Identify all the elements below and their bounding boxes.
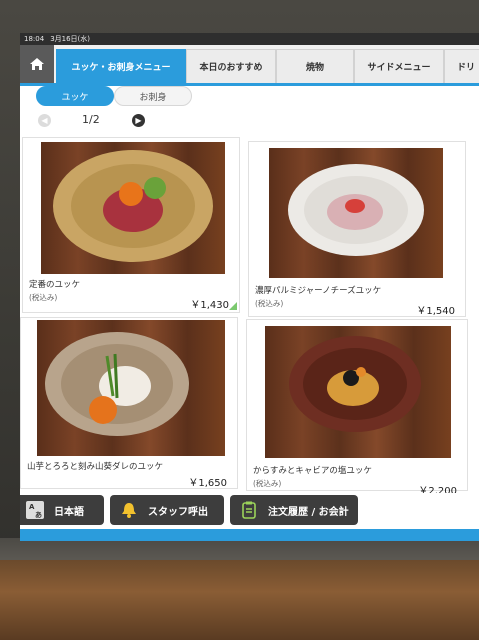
tab-todays-recommend[interactable]: 本日のおすすめ	[186, 49, 276, 83]
tab-yukke-sashimi[interactable]: ユッケ・お刺身メニュー	[56, 49, 186, 83]
status-time: 18:04	[24, 35, 45, 43]
language-button[interactable]: A あ 日本語	[20, 495, 104, 525]
menu-item-card[interactable]: 山芋とろろと刻み山葵ダレのユッケ ￥1,650	[20, 317, 238, 489]
added-marker	[229, 302, 237, 310]
translate-icon: A あ	[24, 499, 46, 521]
page-indicator: 1/2	[82, 113, 100, 126]
svg-text:A: A	[29, 503, 35, 511]
item-name: 山芋とろろと刻み山葵ダレのユッケ	[27, 462, 164, 472]
item-tax-note: (税込み)	[29, 293, 58, 302]
bottom-accent-strip	[20, 529, 479, 541]
order-history-button[interactable]: 注文履歴 / お会計	[230, 495, 358, 525]
svg-text:あ: あ	[35, 510, 42, 519]
item-price: ￥1,540	[416, 306, 455, 317]
table-surface	[0, 560, 479, 640]
staff-call-button[interactable]: スタッフ呼出	[110, 495, 224, 525]
item-price: ￥1,650	[188, 478, 227, 489]
home-button[interactable]	[20, 45, 54, 83]
tab-drinks[interactable]: ドリ	[444, 49, 479, 83]
dish-photo	[269, 148, 443, 278]
bell-icon	[118, 499, 140, 521]
receipt-icon	[238, 499, 260, 521]
menu-item-card[interactable]: からすみとキャビアの塩ユッケ (税込み) ￥2,200	[246, 319, 468, 497]
menu-item-card[interactable]: 濃厚パルミジャーノチーズユッケ (税込み) ￥1,540	[248, 141, 466, 317]
subtab-yukke[interactable]: ユッケ	[36, 86, 114, 106]
menu-item-card[interactable]: 定番のユッケ (税込み) ￥1,430	[22, 137, 240, 313]
tab-side-menu[interactable]: サイドメニュー	[354, 49, 444, 83]
next-page-button[interactable]: ▶	[132, 114, 145, 127]
subtab-sashimi[interactable]: お刺身	[114, 86, 192, 106]
item-name: からすみとキャビアの塩ユッケ	[253, 466, 372, 476]
screen: 18:04 3月16日(水) ユッケ・お刺身メニュー 本日のおすすめ 焼物 サイド…	[20, 33, 479, 541]
sub-tabs: ユッケ お刺身	[36, 86, 236, 108]
item-name: 濃厚パルミジャーノチーズユッケ	[255, 286, 382, 296]
item-tax-note: (税込み)	[253, 479, 282, 488]
right-arrow-icon: ▶	[135, 116, 142, 125]
dish-photo	[265, 326, 451, 458]
item-price: ￥1,430	[190, 300, 229, 311]
tab-grilled[interactable]: 焼物	[276, 49, 354, 83]
category-tab-bar: ユッケ・お刺身メニュー 本日のおすすめ 焼物 サイドメニュー ドリ	[20, 45, 479, 86]
status-bar: 18:04 3月16日(水)	[20, 33, 479, 45]
status-date: 3月16日(水)	[50, 35, 91, 43]
home-icon	[30, 58, 44, 70]
pager: ◀ 1/2 ▶	[36, 113, 176, 129]
staff-call-label: スタッフ呼出	[148, 506, 208, 518]
left-arrow-icon: ◀	[41, 116, 48, 125]
language-label: 日本語	[54, 506, 84, 518]
dish-photo	[41, 142, 225, 274]
item-name: 定番のユッケ	[29, 280, 81, 290]
prev-page-button[interactable]: ◀	[38, 114, 51, 127]
order-history-label: 注文履歴 / お会計	[268, 506, 349, 518]
dish-photo	[37, 320, 225, 456]
item-tax-note: (税込み)	[255, 299, 284, 308]
